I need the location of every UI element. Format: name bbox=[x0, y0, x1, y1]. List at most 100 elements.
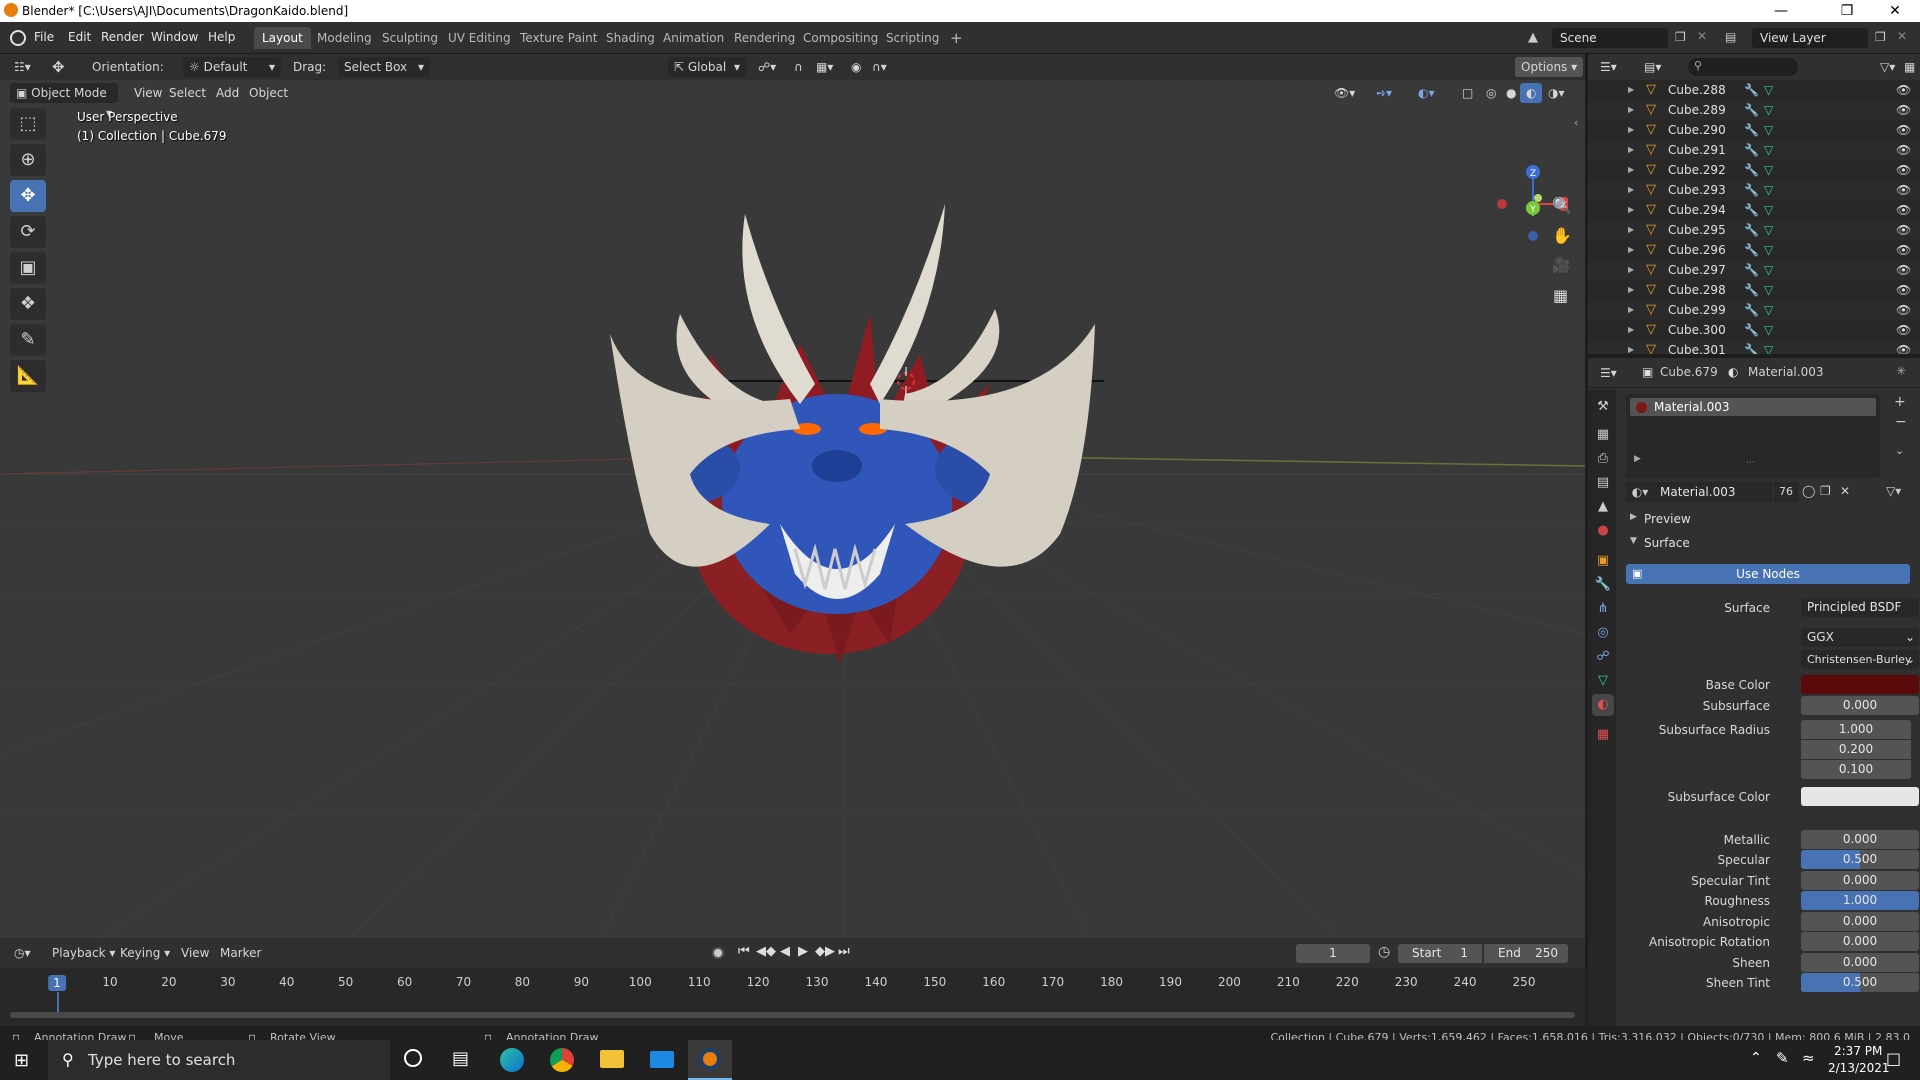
outliner-item[interactable]: ▶ ▽ Cube.297 🔧 ▽ 👁 bbox=[1588, 260, 1920, 280]
expand-arrow-icon[interactable]: ▶ bbox=[1628, 260, 1634, 280]
visibility-eye-icon[interactable]: 👁 bbox=[1896, 280, 1911, 300]
outliner-item[interactable]: ▶ ▽ Cube.289 🔧 ▽ 👁 bbox=[1588, 100, 1920, 120]
scene-selector[interactable]: Scene bbox=[1552, 28, 1668, 48]
blender-taskbar-button[interactable] bbox=[688, 1040, 732, 1080]
mesh-data-icon[interactable]: ▽ bbox=[1764, 340, 1773, 354]
object-tab-icon[interactable]: ▣ bbox=[1592, 550, 1614, 572]
modifier-wrench-icon[interactable]: 🔧 bbox=[1744, 280, 1759, 300]
end-frame-field[interactable]: End 250 bbox=[1484, 944, 1568, 963]
tab-sculpting[interactable]: Sculpting bbox=[374, 27, 446, 49]
use-nodes-button[interactable]: ▣ Use Nodes bbox=[1626, 564, 1910, 584]
menu-render[interactable]: Render bbox=[101, 30, 144, 44]
expand-arrow-icon[interactable]: ▶ bbox=[1628, 340, 1634, 354]
visibility-eye-icon[interactable]: 👁 bbox=[1896, 300, 1911, 320]
network-icon[interactable]: ≈ bbox=[1802, 1049, 1815, 1067]
task-view-icon[interactable]: ▤ bbox=[452, 1048, 469, 1069]
playhead-line[interactable] bbox=[57, 992, 59, 1014]
pen-workspace-icon[interactable]: ✎ bbox=[1776, 1049, 1789, 1067]
tab-animation[interactable]: Animation bbox=[655, 27, 732, 49]
snap-icon[interactable]: ∩ bbox=[788, 57, 809, 77]
sidebar-collapse-icon[interactable]: ‹ bbox=[1574, 116, 1578, 129]
camera-view-icon[interactable]: 🎥 bbox=[1552, 256, 1571, 274]
rendered-shading-icon[interactable]: ◑▾ bbox=[1542, 83, 1571, 103]
outliner-item[interactable]: ▶ ▽ Cube.293 🔧 ▽ 👁 bbox=[1588, 180, 1920, 200]
visibility-eye-icon[interactable]: 👁 bbox=[1896, 120, 1911, 140]
blender-menu-icon[interactable] bbox=[10, 30, 26, 46]
expand-slots-icon[interactable]: ▶ bbox=[1634, 454, 1641, 464]
annotate-tool-icon[interactable]: ✎ bbox=[10, 324, 46, 356]
windows-start-icon[interactable]: ⊞ bbox=[14, 1050, 29, 1071]
modifier-wrench-icon[interactable]: 🔧 bbox=[1744, 240, 1759, 260]
texture-tab-icon[interactable]: ▦ bbox=[1592, 724, 1614, 746]
current-frame-field[interactable]: 1 bbox=[1296, 944, 1370, 963]
outliner-search-input[interactable]: ⚲ bbox=[1688, 58, 1798, 76]
mesh-data-icon[interactable]: ▽ bbox=[1764, 240, 1773, 260]
tab-shading[interactable]: Shading bbox=[598, 27, 663, 49]
visibility-eye-icon[interactable]: 👁 bbox=[1896, 240, 1911, 260]
visibility-eye-icon[interactable]: 👁 bbox=[1896, 320, 1911, 340]
mesh-data-icon[interactable]: ▽ bbox=[1764, 80, 1773, 100]
mesh-data-icon[interactable]: ▽ bbox=[1764, 160, 1773, 180]
output-tab-icon[interactable]: ⎙ bbox=[1592, 448, 1614, 470]
subsurface-color-swatch[interactable] bbox=[1801, 787, 1919, 806]
modifier-wrench-icon[interactable]: 🔧 bbox=[1744, 160, 1759, 180]
visibility-eye-icon[interactable]: 👁 bbox=[1896, 340, 1911, 354]
minimize-button[interactable]: — bbox=[1758, 0, 1804, 22]
play-reverse-icon[interactable]: ◀ bbox=[780, 944, 790, 959]
menu-timeline-view[interactable]: View bbox=[175, 943, 215, 963]
new-view-layer-icon[interactable]: ❐ bbox=[1875, 30, 1886, 44]
property-value-field[interactable]: 0.000 bbox=[1801, 953, 1919, 972]
pin-icon[interactable]: ✳ bbox=[1896, 364, 1906, 378]
delete-view-layer-icon[interactable]: ✕ bbox=[1897, 29, 1907, 43]
taskbar-search-box[interactable]: ⚲ Type here to search bbox=[48, 1040, 390, 1080]
menu-window[interactable]: Window bbox=[151, 30, 198, 44]
scale-tool-icon[interactable]: ▣ bbox=[10, 252, 46, 284]
measure-tool-icon[interactable]: 📐 bbox=[10, 360, 46, 392]
outliner-item[interactable]: ▶ ▽ Cube.294 🔧 ▽ 👁 bbox=[1588, 200, 1920, 220]
constraints-tab-icon[interactable]: ☍ bbox=[1592, 646, 1614, 668]
mesh-data-icon[interactable]: ▽ bbox=[1764, 100, 1773, 120]
mesh-data-icon[interactable]: ▽ bbox=[1764, 280, 1773, 300]
display-mode-icon[interactable]: ▤▾ bbox=[1638, 57, 1667, 77]
menu-playback[interactable]: Playback ▾ bbox=[46, 943, 121, 963]
physics-tab-icon[interactable]: ◎ bbox=[1592, 622, 1614, 644]
timeline-editor-type-icon[interactable]: ◷▾ bbox=[8, 943, 37, 963]
tab-rendering[interactable]: Rendering bbox=[726, 27, 803, 49]
add-workspace-button[interactable]: + bbox=[942, 27, 971, 49]
menu-select[interactable]: Select bbox=[163, 83, 212, 103]
expand-arrow-icon[interactable]: ▶ bbox=[1628, 220, 1634, 240]
view-layer-selector[interactable]: View Layer bbox=[1752, 28, 1868, 48]
property-value-field[interactable]: 1.000 bbox=[1801, 891, 1919, 910]
tab-layout[interactable]: Layout bbox=[254, 27, 311, 49]
visibility-eye-icon[interactable]: 👁 bbox=[1896, 260, 1911, 280]
modifier-wrench-icon[interactable]: 🔧 bbox=[1744, 80, 1759, 100]
transform-tool-icon[interactable]: ❖ bbox=[10, 288, 46, 320]
delete-scene-icon[interactable]: ✕ bbox=[1697, 29, 1707, 43]
modifier-wrench-icon[interactable]: 🔧 bbox=[1744, 300, 1759, 320]
transform-orientation-dropdown[interactable]: ⇱ Global ▾ bbox=[668, 57, 746, 77]
expand-arrow-icon[interactable]: ▶ bbox=[1628, 320, 1634, 340]
start-frame-field[interactable]: Start 1 bbox=[1398, 944, 1482, 963]
property-value-field[interactable]: 0.000 bbox=[1801, 932, 1919, 951]
outliner-editor-type-icon[interactable]: ☰▾ bbox=[1594, 57, 1623, 77]
duplicate-material-icon[interactable]: ❐ bbox=[1820, 484, 1831, 498]
ortho-toggle-icon[interactable]: ▦ bbox=[1553, 286, 1568, 305]
cursor-tool-icon[interactable]: ⊕ bbox=[10, 144, 46, 176]
expand-arrow-icon[interactable]: ▶ bbox=[1628, 120, 1634, 140]
expand-arrow-icon[interactable]: ▶ bbox=[1628, 160, 1634, 180]
material-shading-icon[interactable]: ◐ bbox=[1520, 83, 1543, 103]
mesh-data-icon[interactable]: ▽ bbox=[1764, 260, 1773, 280]
outliner-item[interactable]: ▶ ▽ Cube.291 🔧 ▽ 👁 bbox=[1588, 140, 1920, 160]
modifier-wrench-icon[interactable]: 🔧 bbox=[1744, 120, 1759, 140]
mesh-data-icon[interactable]: ▽ bbox=[1764, 220, 1773, 240]
add-slot-button[interactable]: + bbox=[1894, 394, 1906, 410]
base-color-swatch[interactable] bbox=[1801, 675, 1919, 694]
editor-type-icon[interactable]: ☷▾ bbox=[8, 57, 37, 77]
resize-handle-icon[interactable]: ⋯ bbox=[1746, 458, 1755, 468]
property-value-field[interactable]: 0.500 bbox=[1801, 850, 1919, 869]
visibility-eye-icon[interactable]: 👁 bbox=[1896, 140, 1911, 160]
drag-dropdown[interactable]: Select Box ▾ bbox=[338, 57, 430, 77]
edge-browser-icon[interactable] bbox=[500, 1048, 524, 1072]
mesh-data-icon[interactable]: ▽ bbox=[1764, 180, 1773, 200]
surface-shader-field[interactable]: Principled BSDF bbox=[1801, 598, 1919, 617]
